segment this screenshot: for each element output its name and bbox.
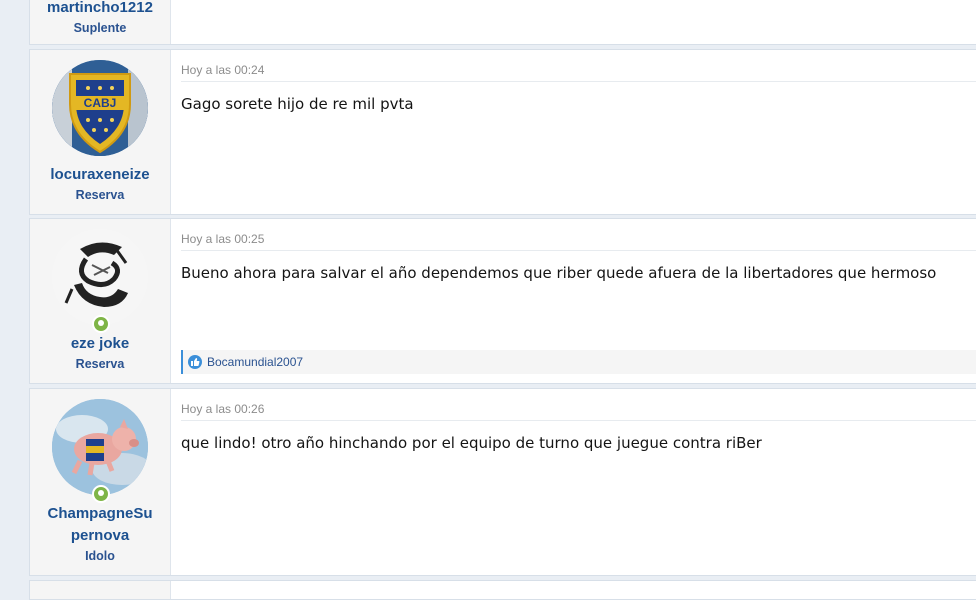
post-date-link[interactable]: Hoy a las 00:25 xyxy=(181,232,976,251)
user-cell: eze joke Reserva xyxy=(30,219,171,383)
user-role: Suplente xyxy=(73,21,127,35)
username-link[interactable]: martincho1212 xyxy=(35,0,165,19)
like-icon xyxy=(188,355,202,369)
post-text: Bueno ahora para salvar el año dependemo… xyxy=(181,264,937,282)
flying-pig-icon xyxy=(52,399,148,495)
username-link[interactable]: eze joke xyxy=(35,333,165,355)
avatar[interactable]: CABJ xyxy=(52,60,148,156)
message-cell: Hoy a las 00:24 Gago sorete hijo de re m… xyxy=(171,50,976,214)
user-cell xyxy=(30,581,171,599)
message-cell xyxy=(171,0,976,44)
reaction-user-link[interactable]: Bocamundial2007 xyxy=(207,355,303,369)
reactions-bar[interactable]: Bocamundial2007 xyxy=(181,350,976,374)
post: eze joke Reserva Hoy a las 00:25 Bueno a… xyxy=(29,218,976,384)
online-status-icon xyxy=(92,485,110,503)
post-text: Gago sorete hijo de re mil pvta xyxy=(181,95,414,113)
username-link[interactable]: locuraxeneize xyxy=(35,164,165,186)
post: martincho1212 Suplente xyxy=(29,0,976,45)
post-date-link[interactable]: Hoy a las 00:26 xyxy=(181,402,976,421)
user-cell: CABJ locuraxeneize Reserva xyxy=(30,50,171,214)
user-role: Reserva xyxy=(75,188,125,202)
svg-text:CABJ: CABJ xyxy=(84,96,117,110)
avatar[interactable] xyxy=(52,229,148,325)
username-line: pernova xyxy=(70,527,130,544)
online-status-icon xyxy=(92,315,110,333)
user-role: Reserva xyxy=(75,357,125,371)
message-cell: Hoy a las 00:26 que lindo! otro año hinc… xyxy=(171,389,976,575)
post: CABJ locuraxeneize Reserva Hoy a las 00:… xyxy=(29,49,976,215)
username-link[interactable]: ChampagneSu pernova xyxy=(35,503,165,547)
username-line: ChampagneSu xyxy=(47,505,153,522)
post-date-link[interactable]: Hoy a las 00:24 xyxy=(181,63,976,82)
post: ChampagneSu pernova Idolo Hoy a las 00:2… xyxy=(29,388,976,576)
avatar[interactable] xyxy=(52,399,148,495)
message-cell xyxy=(171,581,976,599)
user-role: Idolo xyxy=(85,549,115,563)
user-cell: martincho1212 Suplente xyxy=(30,0,171,44)
message-cell: Hoy a las 00:25 Bueno ahora para salvar … xyxy=(171,219,976,383)
user-cell: ChampagneSu pernova Idolo xyxy=(30,389,171,575)
graffiti-icon xyxy=(52,229,148,325)
post xyxy=(29,580,976,600)
post-text: que lindo! otro año hinchando por el equ… xyxy=(181,434,762,452)
cabj-crest-icon: CABJ xyxy=(52,60,148,156)
